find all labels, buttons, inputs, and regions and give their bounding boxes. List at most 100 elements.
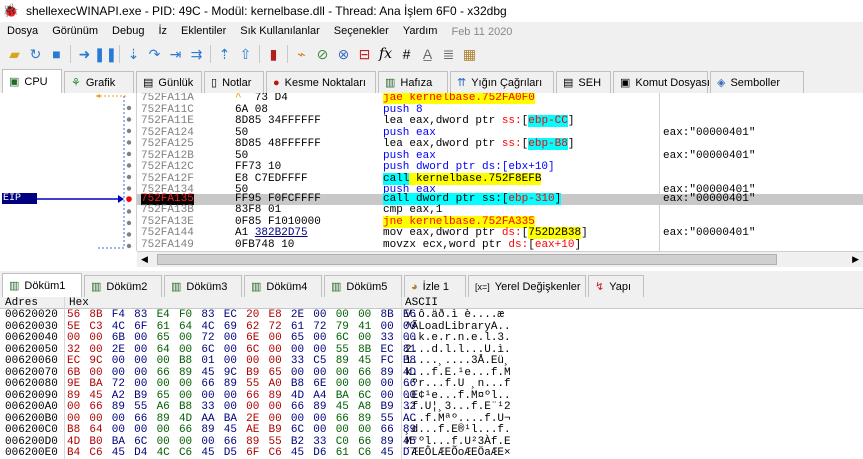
disasm-row[interactable]: 752FA11E 8D85 34FFFFFF lea eax,dword ptr s… [137,115,863,128]
step-over-icon[interactable]: ↷ [144,43,165,65]
tab-label: Komut Dosyası [635,76,710,89]
horizontal-scrollbar[interactable]: ◀ ▶ [137,251,863,267]
disasm-row[interactable]: 752FA144 A1 382B2D75 mov eax,dword ptr ds:… [137,227,863,240]
log-icon: ▤ [143,77,154,89]
menu-item-help[interactable]: Yardım [396,22,445,41]
row-instruction: movzx ecx,word ptr ds:[eax+10] [383,238,582,251]
memory-dump-pane[interactable]: Adres Hex ASCII 00620020 56 8B F4 83 E4 F0 83 EC… [0,297,863,459]
tab-label: Grafik [85,76,116,89]
tab-memory[interactable]: ▥ Hafıza [378,71,448,93]
tab-symbols[interactable]: ◈ Semboller [710,71,804,93]
dump-row[interactable]: 006200E0 B4 C6 45 D4 4C C6 45 D5 6F C6 45 D6 61 C6 45 D7… [0,447,863,459]
tab-script[interactable]: ▣ Komut Dosyası [613,71,710,93]
menu-item-trace[interactable]: İz [151,22,174,41]
seh-icon: ▤ [563,77,574,89]
dump-ascii: ..k.e.r.n.e.l.3. [405,332,511,344]
disassembly-pane[interactable]: EIP 752FA11A ^ 73 D4 jae kernelbase.752FA0… [0,93,863,267]
menu-item-debug[interactable]: Debug [105,22,151,41]
row-bytes: 8D85 34FFFFFF [235,115,321,127]
dump-row[interactable]: 006200A0 00 66 89 55 A6 B8 33 00 00 00 66 89 45 A8 B9 32… [0,401,863,414]
scroll-left-icon[interactable]: ◀ [141,254,148,265]
row-instruction: cmp eax,1 [383,204,443,216]
tab-label: Döküm5 [346,280,388,293]
disasm-row[interactable]: 752FA125 8D85 48FFFFFF lea eax,dword ptr s… [137,138,863,151]
dump-hex: 00 66 89 55 A6 B8 33 00 00 00 66 89 45 A8 B9 32 [67,401,417,413]
dump-icon: ▥ [251,281,262,293]
menu-item-plugins[interactable]: Eklentiler [174,22,233,41]
dump-row[interactable]: 006200C0 B8 64 00 00 00 66 89 45 AE B9 6C 00 00 00 66 89… [0,424,863,437]
tab-log[interactable]: ▤ Günlük [136,71,202,93]
trace-into-icon[interactable]: ⇥ [165,43,186,65]
branch-gutter: EIP [0,93,137,251]
run-icon[interactable]: ➜ [74,43,95,65]
row-bytes: 83F8 01 [235,204,282,216]
close-icon[interactable]: ■ [46,43,67,65]
row-address: 752FA13B [141,204,194,216]
trace-over-icon[interactable]: ⇉ [186,43,207,65]
dump-icon: ▥ [9,280,20,292]
memory-icon: ▥ [385,77,396,89]
dump-row[interactable]: 00620040 00 00 6B 00 65 00 72 00 6E 00 65 00 6C 00 33 00… [0,332,863,345]
cpu-icon: ▣ [9,76,20,88]
tab-dump1[interactable]: ▥ Döküm1 [2,273,82,297]
row-bytes: 0FB748 10 [235,238,295,251]
open-icon[interactable]: ▰ [4,43,25,65]
dump-row[interactable]: 00620020 56 8B F4 83 E4 F0 83 EC 20 E8 2E 00 00 00 8B E6… [0,309,863,322]
tab-dump3[interactable]: ▥ Döküm3 [164,275,242,297]
menu-item-options[interactable]: Seçenekler [327,22,396,41]
tab-label: CPU [24,75,48,88]
tab-breakpoints[interactable]: ● Kesme Noktaları [266,71,376,93]
dump-address: 006200E0 [5,447,58,459]
tab-callstack[interactable]: ⇈ Yığın Çağrıları [450,71,554,93]
tab-notes[interactable]: ▯ Notlar [204,71,264,93]
tab-locals[interactable]: [x=] Yerel Değişkenler [468,275,586,297]
dump-address: 00620040 [5,332,58,344]
dump-row[interactable]: 00620060 EC 9C 00 00 00 B8 01 00 00 00 33 C5 89 45 FC B8… [0,355,863,368]
disasm-row[interactable]: 752FA12C FF73 10 push dword ptr ds:[ebx+10… [137,161,863,174]
dump-ascii: V.ô.äð.ì è....æ [405,309,505,321]
row-address: 752FA149 [141,238,194,251]
run-to-user-code-icon[interactable]: ⇧ [235,43,256,65]
toolbar: ▰ ↻ ■ ➜ ❚❚ ⇣ ↷ ⇥ ⇉ ⇡ ⇧ ▮ ⌁ ⊘ ⊗ ⊟ fx # A̲… [0,41,863,67]
callstack-icon: ⇈ [457,77,467,89]
font-a-icon[interactable]: A̲ [417,43,438,65]
row-bytes: FF73 10 [235,161,282,173]
scroll-right-icon[interactable]: ▶ [852,254,859,265]
tab-dump4[interactable]: ▥ Döküm4 [244,275,322,297]
tab-seh[interactable]: ▤ SEH [556,71,611,93]
tab-watch1[interactable]: ◕ İzle 1 [404,275,466,297]
menu-item-view[interactable]: Görünüm [45,22,105,41]
row-address: 752FA125 [141,138,194,150]
tab-label: Döküm2 [106,280,148,293]
bookmark-icon[interactable]: ⊟ [354,43,375,65]
menu-item-favourites[interactable]: Sık Kullanılanlar [233,22,327,41]
label-icon[interactable]: ⊗ [333,43,354,65]
pause-icon[interactable]: ❚❚ [94,43,117,65]
dump-icon: ▥ [91,281,102,293]
execute-till-return-icon[interactable]: ⇡ [214,43,235,65]
restart-icon[interactable]: ↻ [25,43,46,65]
calculator-icon[interactable]: ▦ [459,43,480,65]
tab-cpu[interactable]: ▣ CPU [2,69,62,93]
tab-dump2[interactable]: ▥ Döküm2 [84,275,162,297]
dump-row[interactable]: 00620080 9E BA 72 00 00 00 66 89 55 A0 B8 6E 00 00 00 66… [0,378,863,391]
dump-hex: EC 9C 00 00 00 B8 01 00 00 00 33 C5 89 45 FC B8 [67,355,417,367]
comment-icon[interactable]: ⊘ [312,43,333,65]
disasm-row[interactable]: 752FA13B 83F8 01 cmp eax,1 [137,204,863,217]
symbols-icon: ◈ [717,77,726,89]
list-icon[interactable]: ≣ [438,43,459,65]
step-into-icon[interactable]: ⇣ [123,43,144,65]
disasm-row[interactable]: 752FA11A ^ 73 D4 jae kernelbase.752FA0F0 [137,93,863,105]
patch-icon[interactable]: ⌁ [291,43,312,65]
tab-label: Semboller [730,76,780,89]
scylla-icon[interactable]: ▮ [263,43,284,65]
tab-struct[interactable]: ↯ Yapı [588,275,644,297]
menu-item-file[interactable]: Dosya [0,22,45,41]
tab-dump5[interactable]: ▥ Döküm5 [324,275,402,297]
sharp-icon[interactable]: # [396,43,417,65]
scroll-thumb[interactable] [157,254,777,265]
disasm-row[interactable]: 752FA149 0FB748 10 movzx ecx,word ptr ds:[… [137,238,863,252]
function-icon[interactable]: fx [375,43,396,65]
tab-graph[interactable]: ⚘ Grafik [64,71,134,93]
watch-icon: ◕ [411,280,418,293]
